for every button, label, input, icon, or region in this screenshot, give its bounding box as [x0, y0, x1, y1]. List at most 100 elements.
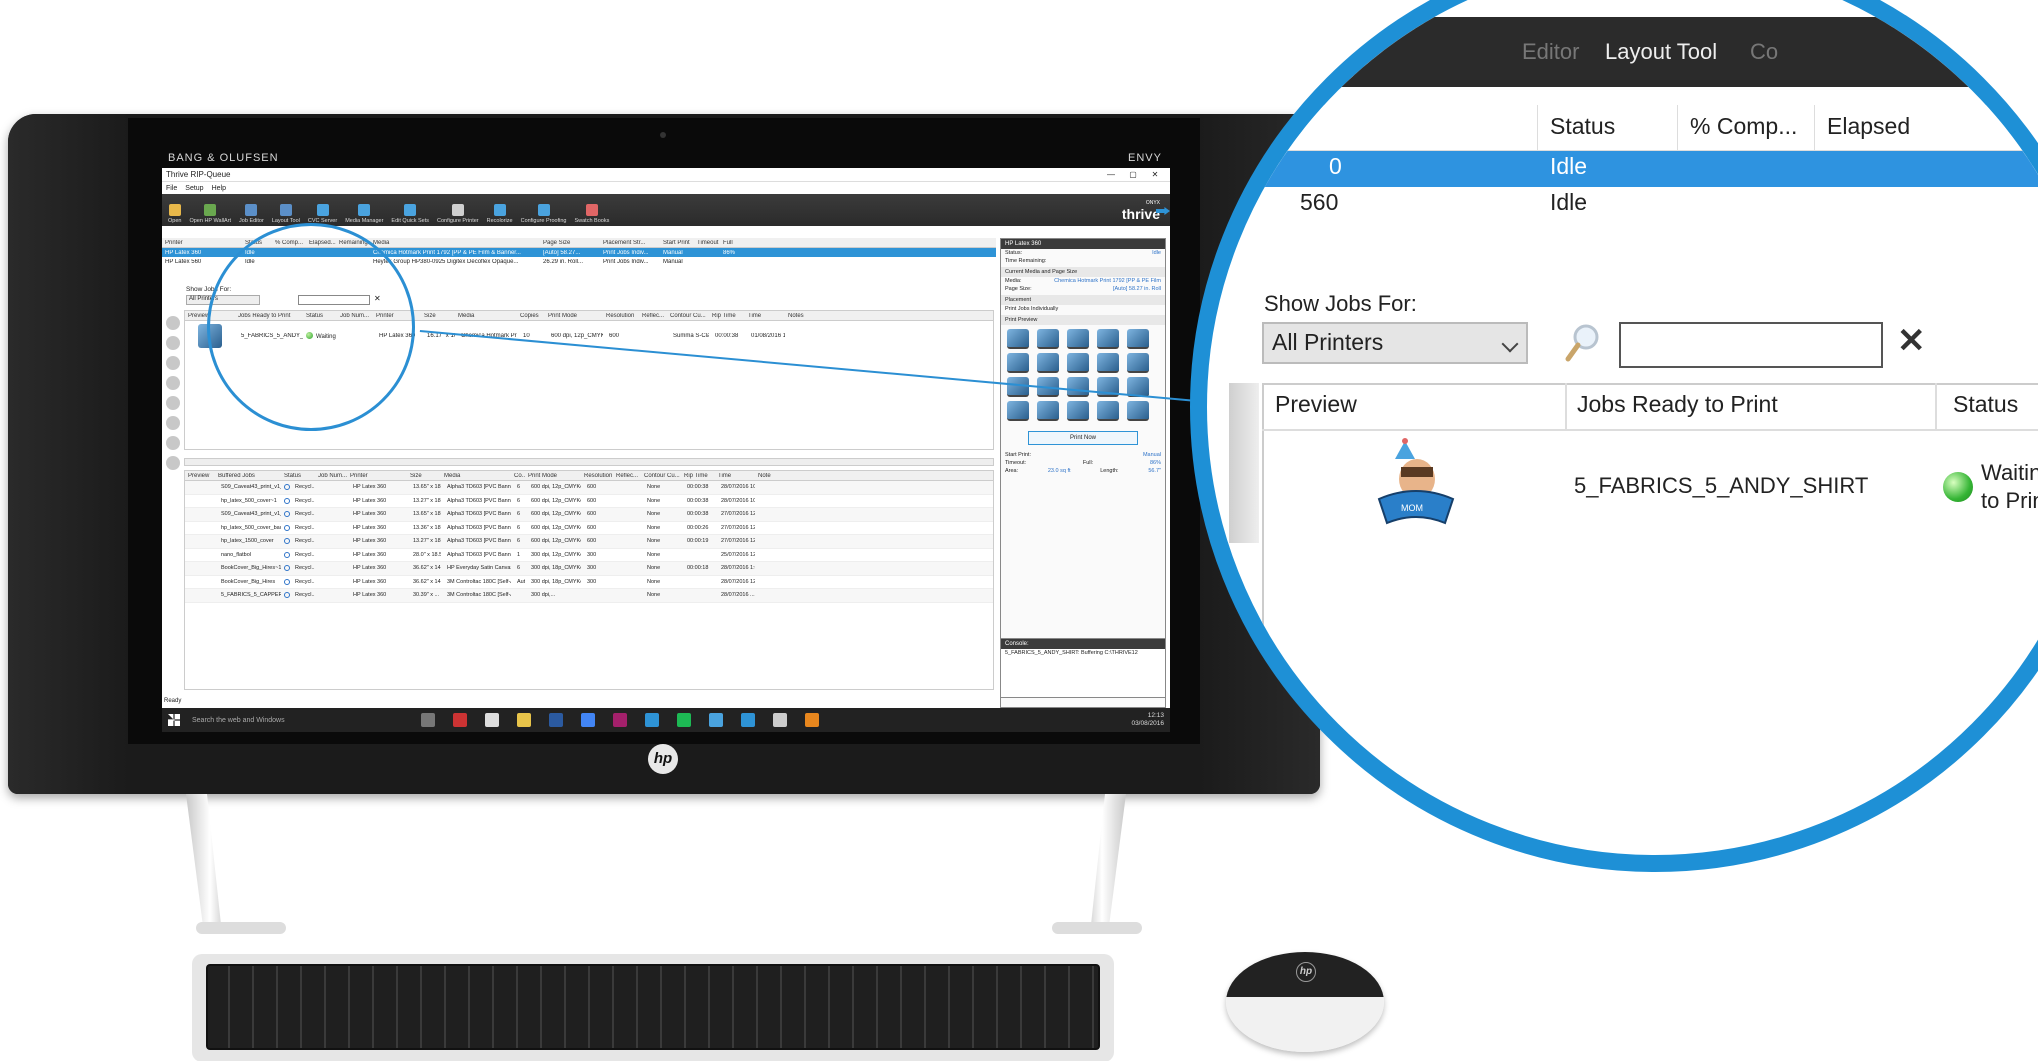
explorer-icon[interactable]	[517, 713, 531, 727]
job-preview-thumbnail[interactable]: MOM	[1375, 437, 1457, 529]
thrive-icon[interactable]	[645, 713, 659, 727]
menu-help[interactable]: Help	[212, 185, 226, 192]
column-header[interactable]: Size	[407, 473, 441, 479]
zoom-clear-button[interactable]: ✕	[1897, 321, 1926, 361]
app-red-icon[interactable]	[453, 713, 467, 727]
search-icon[interactable]	[1564, 323, 1600, 363]
side-down-icon[interactable]	[166, 416, 180, 430]
horizontal-scrollbar[interactable]	[184, 458, 994, 466]
preview-thumbnail[interactable]	[1097, 353, 1119, 373]
side-info-icon[interactable]	[166, 456, 180, 470]
column-header[interactable]: Contour Cu...	[667, 313, 709, 319]
zoom-selected-row[interactable]	[1227, 151, 2038, 187]
toolbar-button[interactable]: Open	[168, 204, 181, 226]
app-feather-icon[interactable]	[773, 713, 787, 727]
zoom-tab-layout-tool[interactable]: Layout Tool	[1605, 39, 1717, 65]
side-action-icon[interactable]	[166, 336, 180, 350]
column-header[interactable]: Reflec...	[639, 313, 667, 319]
column-header[interactable]: Media	[455, 313, 517, 319]
preview-thumbnail[interactable]	[1007, 377, 1029, 397]
toolbar-button[interactable]: Job Editor	[239, 204, 264, 226]
column-header[interactable]: Print Mode	[545, 313, 603, 319]
app-blue2-icon[interactable]	[741, 713, 755, 727]
minimize-button[interactable]: —	[1100, 170, 1122, 179]
column-header[interactable]: Notes	[785, 313, 815, 319]
indesign-icon[interactable]	[613, 713, 627, 727]
buffered-job-row[interactable]: BookCover_Big_Hires Recycl... HP Latex 360…	[185, 576, 993, 589]
toolbar-button[interactable]: Media Manager	[345, 204, 383, 226]
column-header[interactable]: Placement Str...	[600, 240, 660, 246]
column-header[interactable]: Preview	[185, 473, 215, 479]
taskbar-search[interactable]: Search the web and Windows	[192, 717, 412, 724]
zoom-job-name[interactable]: 5_FABRICS_5_ANDY_SHIRT	[1574, 473, 1868, 499]
column-header[interactable]: Time	[745, 313, 785, 319]
toolbar-button[interactable]: Edit Quick Sets	[391, 204, 429, 226]
buffered-job-row[interactable]: hp_latex_1500_cover Recycl... HP Latex 360…	[185, 535, 993, 549]
column-header[interactable]: Resolution	[581, 473, 613, 479]
windows-start-icon[interactable]	[168, 714, 180, 726]
toolbar-button[interactable]: Configure Proofing	[521, 204, 566, 226]
buffered-job-row[interactable]: 5_FABRICS_5_CAPPER_Bo... Recycl... HP Late…	[185, 589, 993, 603]
preview-thumbnail[interactable]	[1007, 329, 1029, 349]
column-header[interactable]: Printer	[347, 473, 407, 479]
task-view-icon[interactable]	[421, 713, 435, 727]
buffered-job-row[interactable]: hp_latex_500_cover~1 Recycl... HP Latex 36…	[185, 495, 993, 508]
preview-thumbnail[interactable]	[1037, 329, 1059, 349]
buffered-job-row[interactable]: hp_latex_500_cover_back Recycl... HP Latex…	[185, 522, 993, 535]
preview-thumbnail[interactable]	[1067, 329, 1089, 349]
preview-thumbnail[interactable]	[1127, 329, 1149, 349]
maximize-button[interactable]: ▢	[1122, 170, 1144, 179]
toolbar-button[interactable]: Layout Tool	[272, 204, 300, 226]
zoom-search-input[interactable]	[1619, 322, 1883, 368]
column-header[interactable]: Time	[715, 473, 755, 479]
column-header[interactable]: Media	[370, 240, 540, 246]
buffered-job-row[interactable]: S09_Caveat43_print_v1_alpha Recycl... HP L…	[185, 508, 993, 522]
side-delete-icon[interactable]	[166, 436, 180, 450]
preview-thumbnail[interactable]	[1067, 401, 1089, 421]
preview-thumbnail[interactable]	[1127, 353, 1149, 373]
preview-thumbnail[interactable]	[1037, 353, 1059, 373]
column-header[interactable]: Page Size	[540, 240, 600, 246]
menu-setup[interactable]: Setup	[185, 185, 203, 192]
column-header[interactable]: Rip Time	[709, 313, 745, 319]
preview-thumbnail[interactable]	[1097, 401, 1119, 421]
side-up-icon[interactable]	[166, 376, 180, 390]
preview-thumbnail[interactable]	[1097, 329, 1119, 349]
column-header[interactable]: Contour Cu...	[641, 473, 681, 479]
zoom-tab-editor[interactable]: Editor	[1522, 39, 1579, 65]
column-header[interactable]: Reflec...	[613, 473, 641, 479]
column-header[interactable]: Media	[441, 473, 511, 479]
column-header[interactable]: Full	[720, 240, 740, 246]
toolbar-button[interactable]: Recolorize	[487, 204, 513, 226]
side-down-icon[interactable]	[166, 396, 180, 410]
column-header[interactable]: Printer	[162, 240, 242, 246]
store-icon[interactable]	[485, 713, 499, 727]
column-header[interactable]: Print Mode	[525, 473, 581, 479]
placement-select[interactable]: Print Jobs Individually	[1001, 305, 1165, 313]
preview-thumbnail[interactable]	[1007, 401, 1029, 421]
preview-thumbnail[interactable]	[1067, 377, 1089, 397]
preview-thumbnail[interactable]	[1127, 401, 1149, 421]
toolbar-button[interactable]: Open HP WallArt	[189, 204, 231, 226]
column-header[interactable]: Timeout	[694, 240, 720, 246]
column-header[interactable]: Co...	[511, 473, 525, 479]
column-header[interactable]: Copies	[517, 313, 545, 319]
menu-file[interactable]: File	[166, 185, 177, 192]
column-header[interactable]: Size	[421, 313, 455, 319]
chrome-icon[interactable]	[581, 713, 595, 727]
preview-thumbnail[interactable]	[1067, 353, 1089, 373]
column-header[interactable]: Resolution	[603, 313, 639, 319]
zoom-printer-select[interactable]: All Printers	[1262, 322, 1528, 364]
toolbar-button[interactable]: Swatch Books	[574, 204, 609, 226]
preview-thumbnail[interactable]	[1007, 353, 1029, 373]
buffered-job-row[interactable]: BookCover_Big_Hires~1 Recycl... HP Latex 3…	[185, 562, 993, 576]
photoshop-icon[interactable]	[549, 713, 563, 727]
zoom-tab-next[interactable]: Co	[1750, 39, 1778, 65]
preview-thumbnail[interactable]	[1037, 401, 1059, 421]
side-action-icon[interactable]	[166, 316, 180, 330]
column-header[interactable]: Buffered Jobs	[215, 473, 281, 479]
column-header[interactable]: Rip Time	[681, 473, 715, 479]
side-up-icon[interactable]	[166, 356, 180, 370]
app-blue-icon[interactable]	[709, 713, 723, 727]
column-header[interactable]: Note	[755, 473, 775, 479]
